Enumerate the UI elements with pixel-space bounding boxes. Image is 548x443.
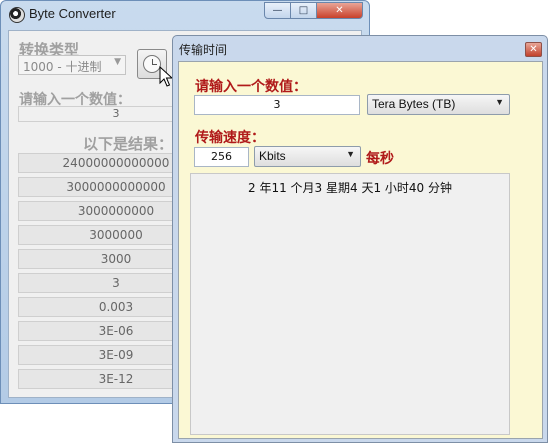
- window-title: Byte Converter: [29, 6, 116, 21]
- data-unit-value: Tera Bytes (TB): [372, 97, 456, 111]
- chevron-down-icon: ▼: [114, 57, 121, 67]
- chevron-down-icon: ▼: [495, 97, 504, 107]
- transfer-time-dialog: 传输时间 ✕ 请输入一个数值： 3 Tera Bytes (TB) ▼ 传输速度…: [172, 35, 548, 443]
- minimize-button[interactable]: —: [264, 2, 291, 19]
- close-icon: ✕: [529, 44, 538, 55]
- chevron-down-icon: ▼: [346, 149, 355, 159]
- app-icon: [9, 7, 25, 23]
- pointer-cursor: [159, 66, 173, 87]
- dialog-client: 请输入一个数值： 3 Tera Bytes (TB) ▼ 传输速度： 256 K…: [178, 61, 543, 439]
- dialog-title: 传输时间: [179, 43, 228, 57]
- conversion-type-select[interactable]: 1000 - 十进制 ▼: [18, 55, 126, 75]
- data-unit-select[interactable]: Tera Bytes (TB) ▼: [367, 94, 510, 115]
- conversion-type-value: 1000 - 十进制: [23, 60, 102, 74]
- input-value-label: 请输入一个数值：: [195, 79, 307, 95]
- maximize-button[interactable]: □: [290, 2, 317, 19]
- speed-unit-select[interactable]: Kbits ▼: [254, 146, 361, 167]
- speed-unit-value: Kbits: [259, 149, 286, 163]
- per-second-label: 每秒: [366, 151, 394, 167]
- results-label: 以下是结果：: [83, 135, 174, 153]
- dialog-close-button[interactable]: ✕: [525, 42, 542, 57]
- speed-input[interactable]: 256: [194, 147, 249, 167]
- data-size-input[interactable]: 3: [194, 95, 360, 115]
- close-button[interactable]: ✕: [316, 2, 363, 19]
- transfer-speed-label: 传输速度：: [195, 130, 265, 146]
- transfer-time-result: 2 年11 个月3 星期4 天1 小时40 分钟: [248, 181, 452, 195]
- result-panel: 2 年11 个月3 星期4 天1 小时40 分钟: [190, 173, 510, 435]
